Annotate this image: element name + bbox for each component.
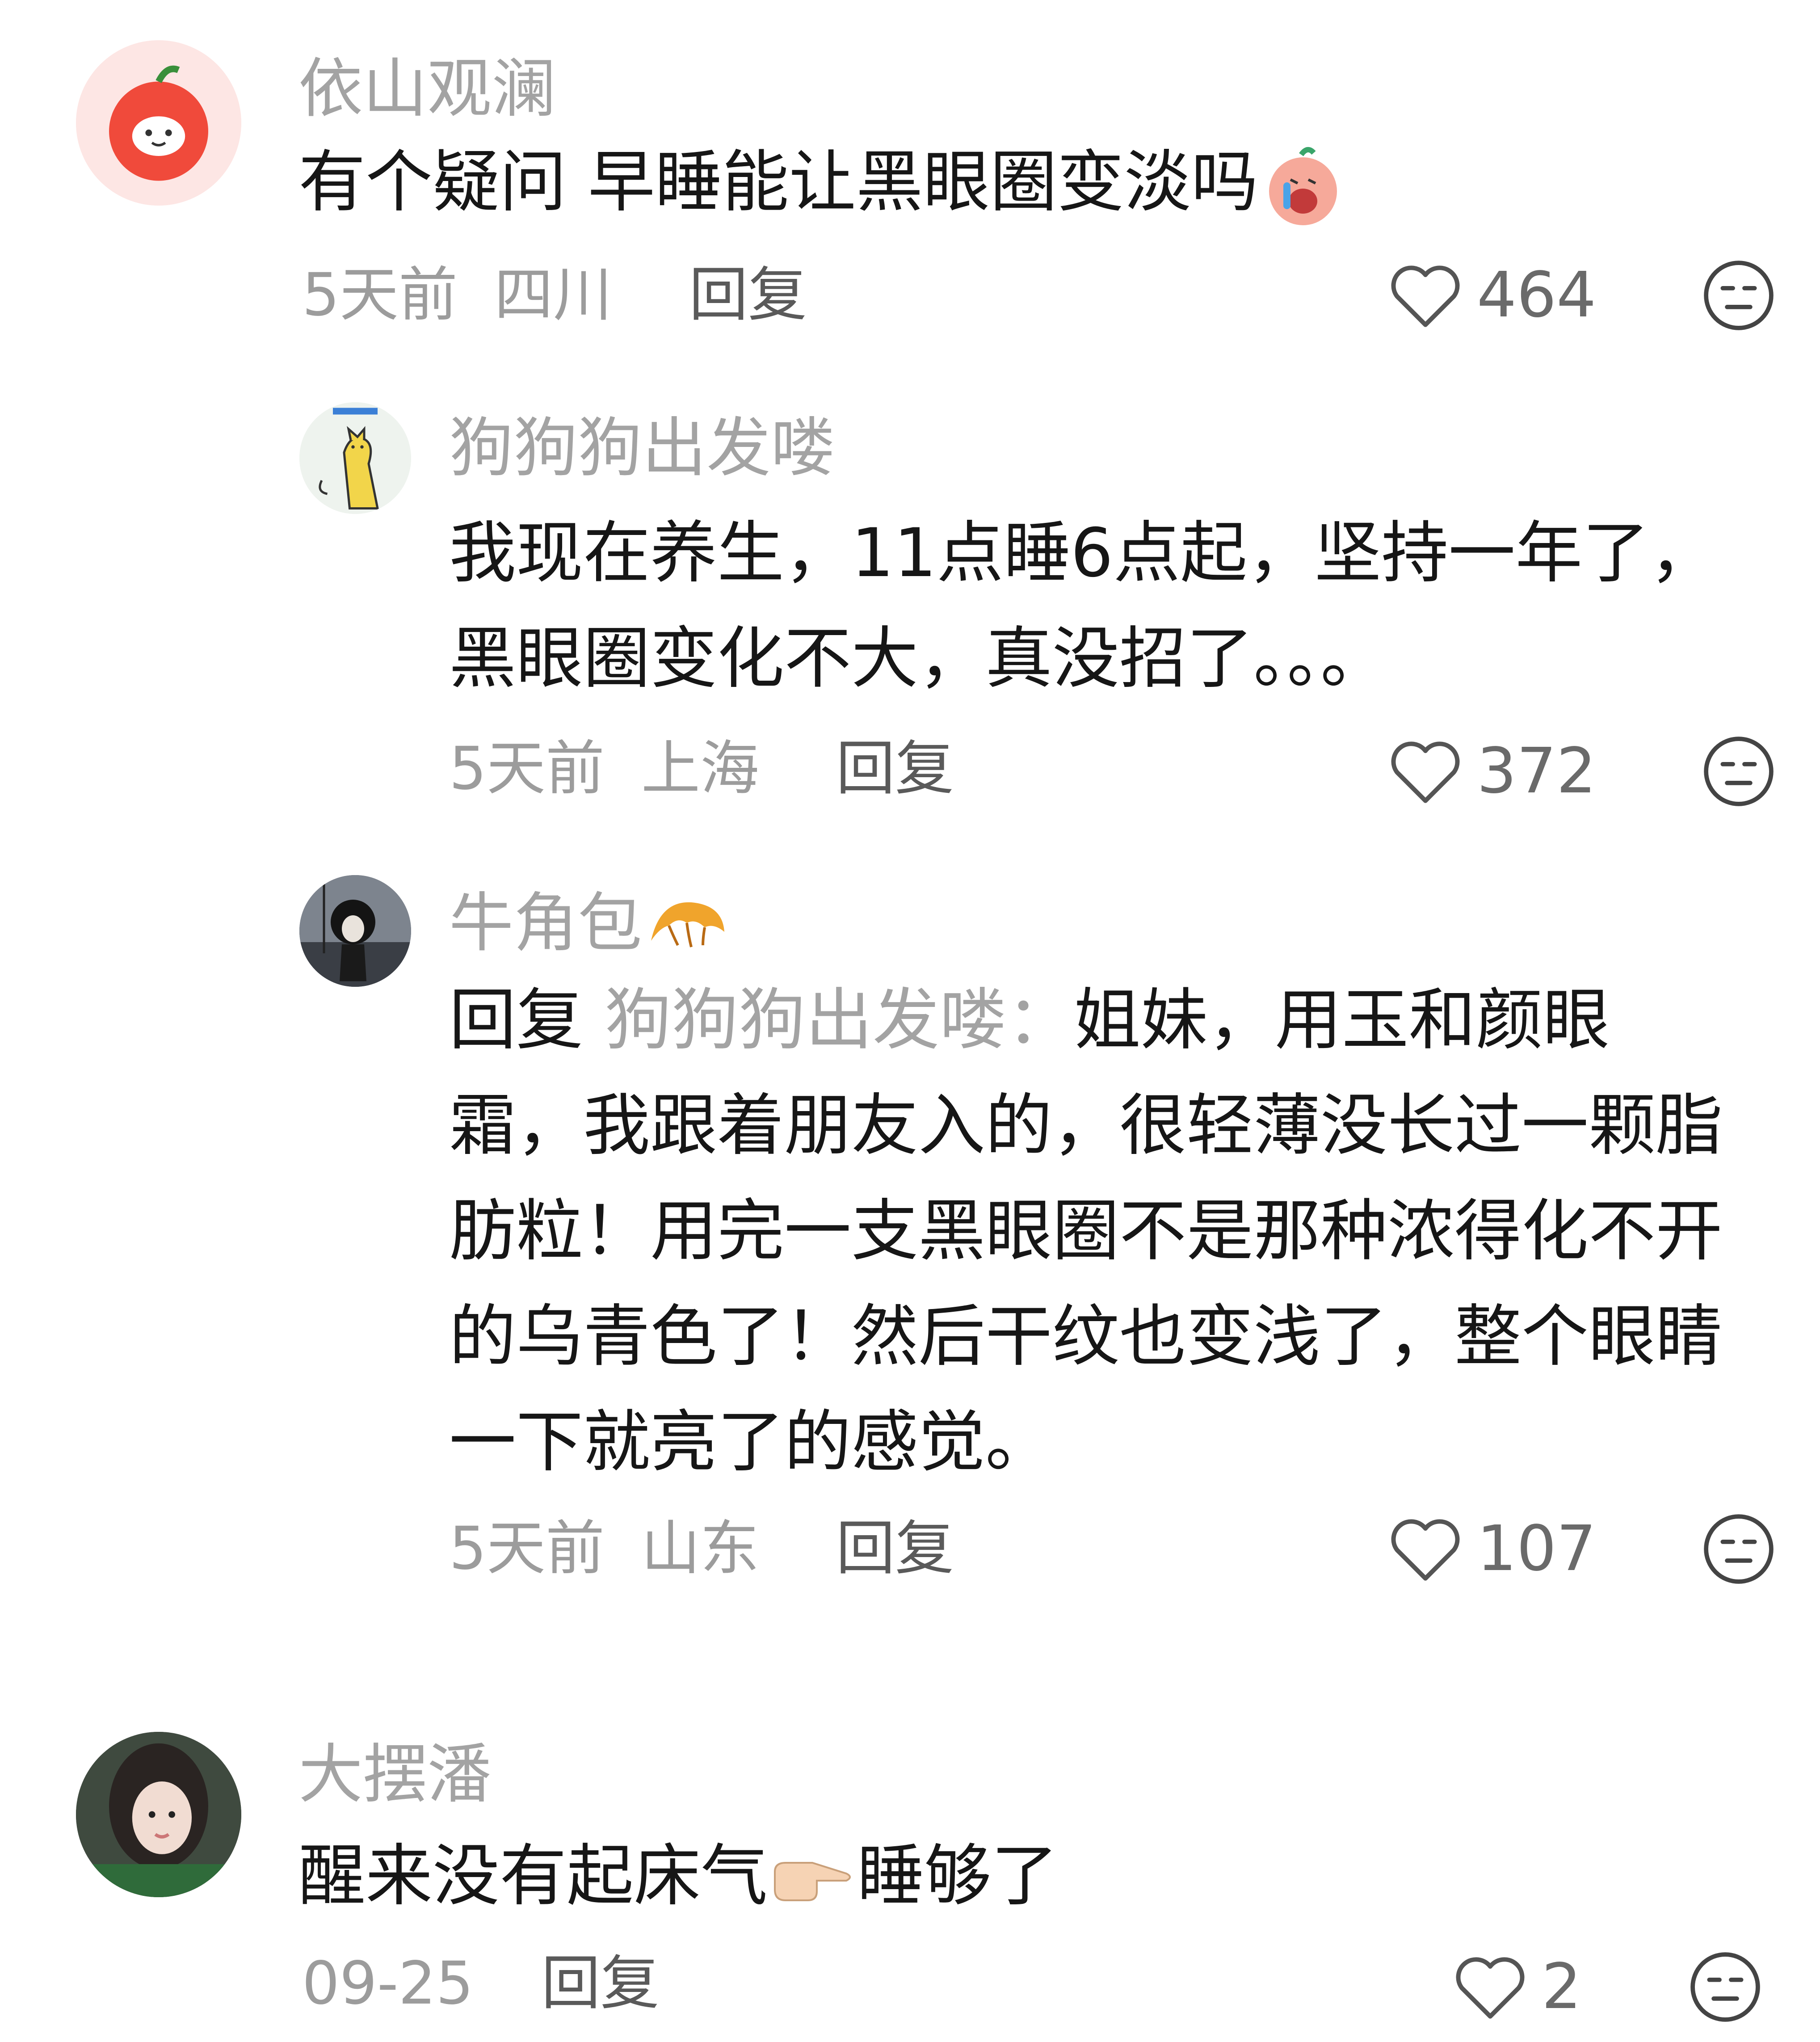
comment-time: 5天前 (449, 1514, 605, 1583)
heart-outline-icon (1456, 1957, 1525, 2019)
avatar[interactable] (299, 402, 411, 514)
comment-time: 5天前 (302, 261, 458, 329)
crying-face-emoji (1269, 147, 1337, 225)
unamused-face-icon[interactable] (1702, 259, 1775, 332)
reply-target-user[interactable]: 狗狗狗出发喽： (605, 981, 1074, 1059)
like-button[interactable]: 2 (1452, 1950, 1582, 2023)
comment-meta: 5天前 上海 回复 (449, 733, 954, 804)
comment-meta: 5天前 山东 回复 (449, 1513, 954, 1584)
comment-text: 回复 狗狗狗出发喽：姐妹，用玉和颜眼霜，我跟着朋友入的，很轻薄没长过一颗脂肪粒！… (449, 968, 1736, 1495)
comment-location: 上海 (641, 734, 759, 803)
like-count: 107 (1477, 1512, 1597, 1585)
reply-button[interactable]: 回复 (836, 1514, 954, 1583)
username[interactable]: 狗狗狗出发喽 (449, 408, 835, 488)
comment-text-after: 睡够了 (857, 1837, 1059, 1915)
comment-location: 四川 (494, 261, 612, 329)
girl-avatar-icon (299, 875, 411, 987)
reply-button[interactable]: 回复 (836, 734, 954, 803)
cat-avatar-icon (299, 402, 411, 514)
comment-time: 09-25 (302, 1949, 474, 2018)
like-count: 464 (1477, 258, 1597, 332)
comment-text: 有个疑问 早睡能让黑眼圈变淡吗 (298, 130, 1773, 235)
like-count: 2 (1542, 1950, 1582, 2023)
comment-text: 我现在养生，11点睡6点起，坚持一年了，黑眼圈变化不大，真没招了。。。 (449, 514, 1717, 698)
croissant-emoji (651, 902, 725, 948)
unamused-face-icon[interactable] (1702, 735, 1775, 808)
comment-location: 山东 (641, 1514, 759, 1583)
like-button[interactable]: 464 (1387, 258, 1597, 332)
like-button[interactable]: 372 (1387, 734, 1597, 808)
like-count: 372 (1477, 734, 1597, 808)
comment-meta: 5天前 四川 回复 (302, 259, 807, 331)
comment-time: 5天前 (449, 734, 605, 803)
reply-button[interactable]: 回复 (542, 1949, 660, 2018)
woman-avatar-icon (76, 1732, 241, 1897)
apple-cat-avatar-icon (76, 40, 241, 206)
avatar[interactable] (299, 875, 411, 987)
username-row: 牛角包 (449, 883, 731, 963)
heart-outline-icon (1391, 1519, 1460, 1581)
comment-text-before: 醒来没有起床气 (298, 1837, 768, 1915)
unamused-face-icon[interactable] (1702, 1513, 1775, 1585)
avatar[interactable] (76, 40, 241, 206)
heart-outline-icon (1391, 265, 1460, 327)
heart-outline-icon (1391, 741, 1460, 803)
username[interactable]: 依山观澜 (298, 48, 556, 129)
username[interactable]: 大摆潘 (298, 1734, 492, 1815)
avatar[interactable] (76, 1732, 241, 1897)
reply-prefix: 回复 (449, 981, 584, 1059)
unamused-face-icon[interactable] (1689, 1951, 1761, 2023)
comment-text: 醒来没有起床气 睡够了 (298, 1823, 1773, 1929)
reply-button[interactable]: 回复 (689, 261, 807, 329)
like-button[interactable]: 107 (1387, 1512, 1597, 1585)
pointing-right-emoji (774, 1861, 851, 1901)
username[interactable]: 牛角包 (449, 885, 642, 960)
comment-text-content: 有个疑问 早睡能让黑眼圈变淡吗 (298, 143, 1258, 221)
comment-meta: 09-25 回复 (302, 1948, 660, 2019)
